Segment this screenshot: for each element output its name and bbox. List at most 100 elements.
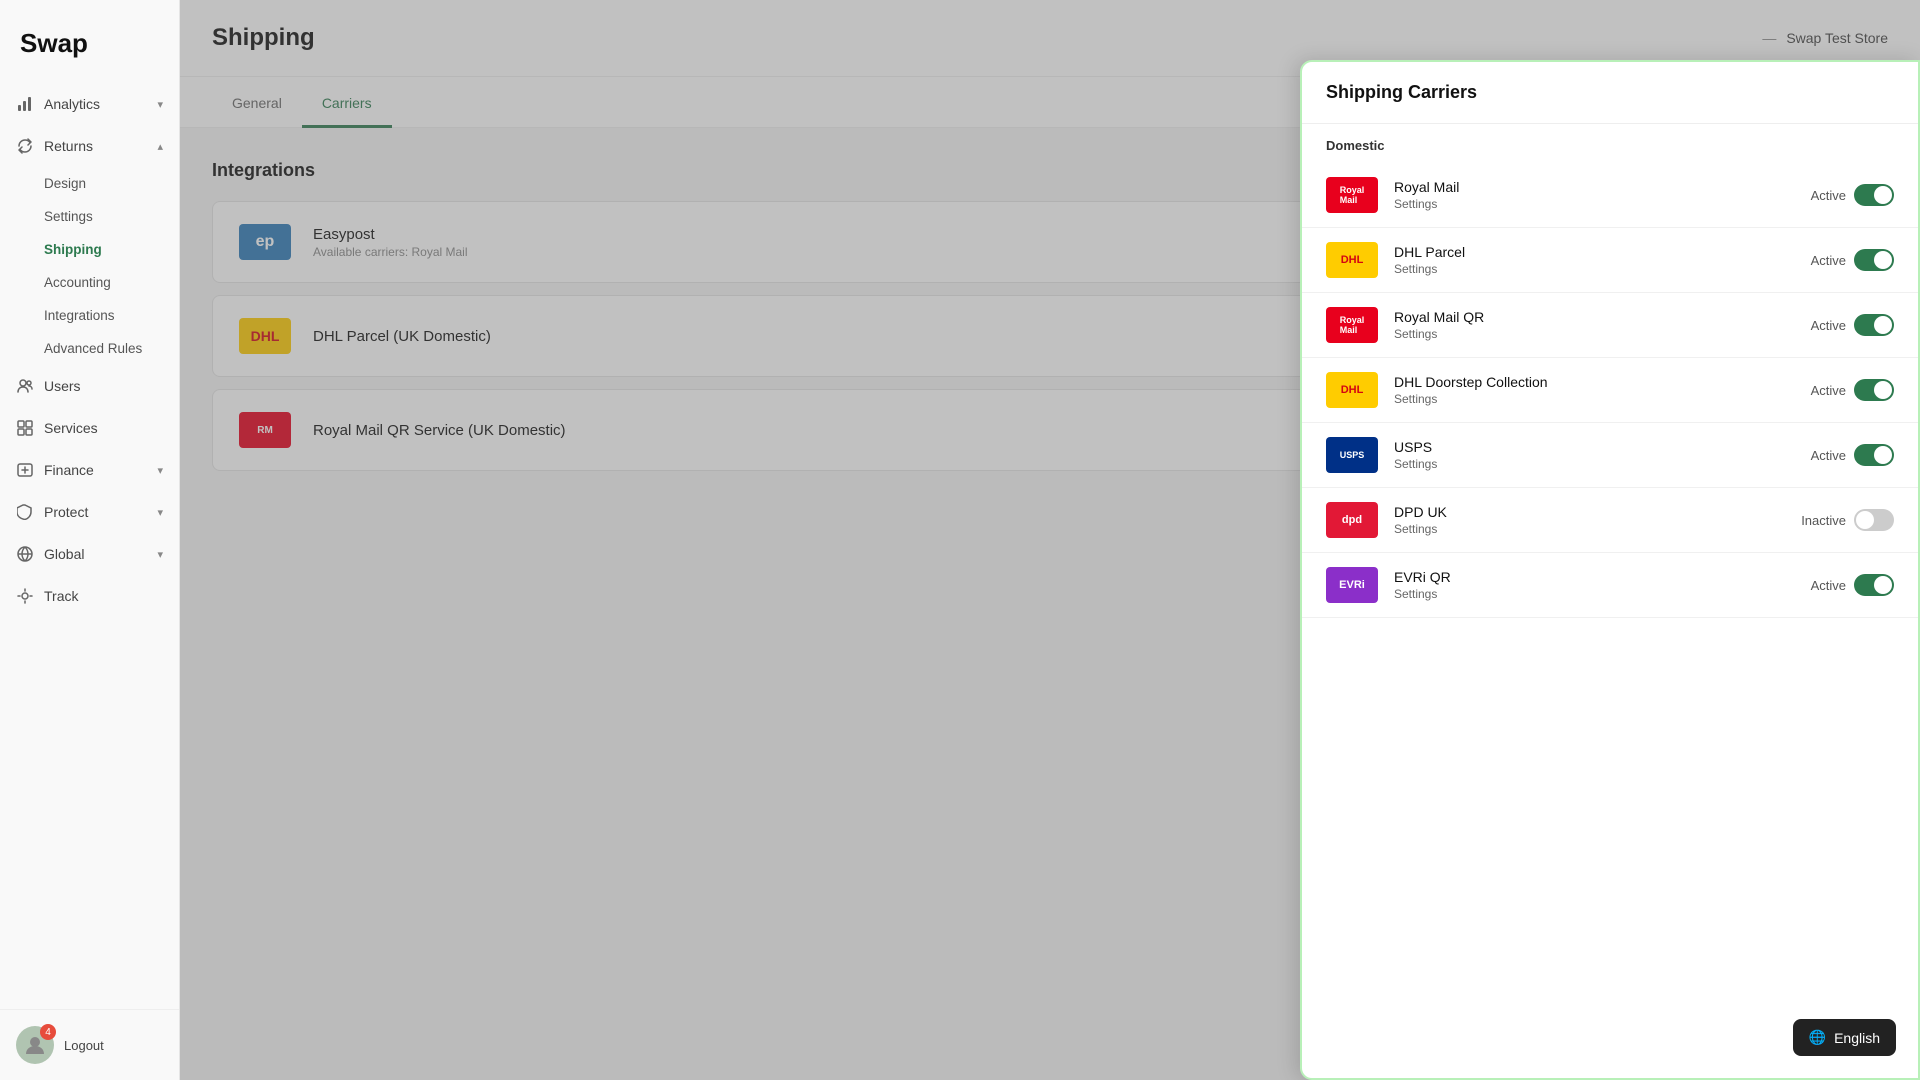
carriers-section-domestic: Domestic — [1302, 124, 1918, 163]
sidebar-label-settings: Settings — [44, 209, 93, 224]
carrier-item-royal-mail: RoyalMail Royal Mail Settings Active — [1302, 163, 1918, 228]
carriers-list: Domestic RoyalMail Royal Mail Settings A… — [1302, 124, 1918, 1078]
protect-icon — [16, 503, 34, 521]
carrier-status-label-royal-mail-qr: Active — [1811, 318, 1846, 333]
returns-icon — [16, 137, 34, 155]
track-icon — [16, 587, 34, 605]
carrier-name-dhl-doorstep: DHL Doorstep Collection — [1394, 374, 1795, 390]
sidebar-label-design: Design — [44, 176, 86, 191]
carrier-toggle-dhl-doorstep[interactable] — [1854, 379, 1894, 401]
carrier-info-royal-mail-qr: Royal Mail QR Settings — [1394, 309, 1795, 341]
finance-icon — [16, 461, 34, 479]
carrier-logo-usps: USPS — [1326, 437, 1378, 473]
carrier-info-royal-mail: Royal Mail Settings — [1394, 179, 1795, 211]
carrier-settings-dhl-parcel[interactable]: Settings — [1394, 262, 1795, 276]
carrier-item-dpd-uk: dpd DPD UK Settings Inactive — [1302, 488, 1918, 553]
logout-button[interactable]: Logout — [64, 1038, 104, 1053]
avatar-wrap[interactable]: 4 — [16, 1026, 54, 1064]
sidebar-item-services[interactable]: Services — [0, 407, 179, 449]
chart-icon — [16, 95, 34, 113]
carrier-logo-dhl-parcel: DHL — [1326, 242, 1378, 278]
carrier-name-royal-mail: Royal Mail — [1394, 179, 1795, 195]
carrier-toggle-royal-mail[interactable] — [1854, 184, 1894, 206]
chevron-icon: ▾ — [157, 464, 163, 477]
carrier-settings-dpd-uk[interactable]: Settings — [1394, 522, 1785, 536]
carrier-toggle-royal-mail-qr[interactable] — [1854, 314, 1894, 336]
carrier-info-evri-qr: EVRi QR Settings — [1394, 569, 1795, 601]
carrier-toggle-evri-qr[interactable] — [1854, 574, 1894, 596]
carrier-toggle-dpd-uk[interactable] — [1854, 509, 1894, 531]
carrier-status-royal-mail-qr: Active — [1811, 314, 1894, 336]
carrier-logo-royal-mail-qr: RoyalMail — [1326, 307, 1378, 343]
carrier-item-usps: USPS USPS Settings Active — [1302, 423, 1918, 488]
carrier-settings-usps[interactable]: Settings — [1394, 457, 1795, 471]
carrier-name-usps: USPS — [1394, 439, 1795, 455]
sidebar-item-accounting[interactable]: Accounting — [0, 266, 179, 299]
carrier-settings-dhl-doorstep[interactable]: Settings — [1394, 392, 1795, 406]
sidebar-item-shipping[interactable]: Shipping — [0, 233, 179, 266]
carrier-settings-royal-mail-qr[interactable]: Settings — [1394, 327, 1795, 341]
carrier-item-evri-qr: EVRi EVRi QR Settings Active — [1302, 553, 1918, 618]
chevron-icon: ▴ — [157, 140, 163, 153]
sidebar-nav: Analytics ▾ Returns ▴ Design Settings — [0, 83, 179, 1009]
carrier-status-label-royal-mail: Active — [1811, 188, 1846, 203]
carrier-settings-royal-mail[interactable]: Settings — [1394, 197, 1795, 211]
notification-badge: 4 — [40, 1024, 56, 1040]
users-icon — [16, 377, 34, 395]
carrier-info-usps: USPS Settings — [1394, 439, 1795, 471]
carrier-status-label-dhl-parcel: Active — [1811, 253, 1846, 268]
sidebar-bottom: 4 Logout — [0, 1009, 179, 1080]
carrier-status-royal-mail: Active — [1811, 184, 1894, 206]
sidebar-item-global[interactable]: Global ▾ — [0, 533, 179, 575]
sidebar-label-finance: Finance — [44, 462, 94, 478]
sidebar-item-integrations[interactable]: Integrations — [0, 299, 179, 332]
carrier-name-royal-mail-qr: Royal Mail QR — [1394, 309, 1795, 325]
carrier-info-dhl-parcel: DHL Parcel Settings — [1394, 244, 1795, 276]
carrier-logo-dpd-uk: dpd — [1326, 502, 1378, 538]
language-label: English — [1834, 1030, 1880, 1046]
carrier-info-dhl-doorstep: DHL Doorstep Collection Settings — [1394, 374, 1795, 406]
sidebar-label-track: Track — [44, 588, 78, 604]
carrier-status-dhl-doorstep: Active — [1811, 379, 1894, 401]
sidebar-label-accounting: Accounting — [44, 275, 111, 290]
sidebar-label-shipping: Shipping — [44, 242, 102, 257]
carrier-status-label-evri-qr: Active — [1811, 578, 1846, 593]
sidebar-item-settings[interactable]: Settings — [0, 200, 179, 233]
services-icon — [16, 419, 34, 437]
carrier-name-dhl-parcel: DHL Parcel — [1394, 244, 1795, 260]
sidebar-label-integrations: Integrations — [44, 308, 115, 323]
carrier-status-evri-qr: Active — [1811, 574, 1894, 596]
carrier-status-label-dpd-uk: Inactive — [1801, 513, 1846, 528]
sidebar-label-analytics: Analytics — [44, 96, 100, 112]
carrier-toggle-usps[interactable] — [1854, 444, 1894, 466]
sidebar-item-analytics[interactable]: Analytics ▾ — [0, 83, 179, 125]
carrier-status-dpd-uk: Inactive — [1801, 509, 1894, 531]
sidebar: Swap Analytics ▾ — [0, 0, 180, 1080]
language-button[interactable]: 🌐 English — [1793, 1019, 1896, 1056]
sidebar-item-advanced-rules[interactable]: Advanced Rules — [0, 332, 179, 365]
carrier-toggle-dhl-parcel[interactable] — [1854, 249, 1894, 271]
carrier-settings-evri-qr[interactable]: Settings — [1394, 587, 1795, 601]
chevron-icon: ▾ — [157, 98, 163, 111]
carrier-status-usps: Active — [1811, 444, 1894, 466]
sidebar-item-design[interactable]: Design — [0, 167, 179, 200]
carrier-name-evri-qr: EVRi QR — [1394, 569, 1795, 585]
sidebar-item-users[interactable]: Users — [0, 365, 179, 407]
sidebar-label-advanced-rules: Advanced Rules — [44, 341, 142, 356]
chevron-icon: ▾ — [157, 506, 163, 519]
carriers-panel: Shipping Carriers Domestic RoyalMail Roy… — [1300, 60, 1920, 1080]
carrier-status-label-dhl-doorstep: Active — [1811, 383, 1846, 398]
carrier-info-dpd-uk: DPD UK Settings — [1394, 504, 1785, 536]
sidebar-item-returns[interactable]: Returns ▴ — [0, 125, 179, 167]
globe-icon: 🌐 — [1809, 1029, 1826, 1046]
sidebar-item-protect[interactable]: Protect ▾ — [0, 491, 179, 533]
global-icon — [16, 545, 34, 563]
carrier-logo-royal-mail: RoyalMail — [1326, 177, 1378, 213]
sidebar-label-protect: Protect — [44, 504, 88, 520]
carrier-item-dhl-doorstep: DHL DHL Doorstep Collection Settings Act… — [1302, 358, 1918, 423]
sidebar-label-returns: Returns — [44, 138, 93, 154]
carriers-panel-title: Shipping Carriers — [1302, 62, 1918, 124]
sidebar-item-track[interactable]: Track — [0, 575, 179, 617]
carrier-logo-evri-qr: EVRi — [1326, 567, 1378, 603]
sidebar-item-finance[interactable]: Finance ▾ — [0, 449, 179, 491]
